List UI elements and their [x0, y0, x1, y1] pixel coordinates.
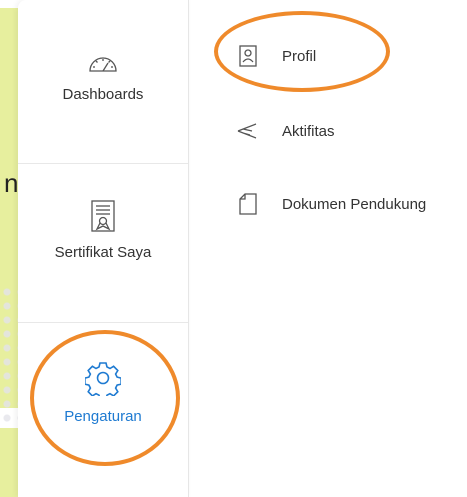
gear-icon	[84, 360, 122, 400]
submenu-item-profil[interactable]: Profil	[236, 44, 316, 68]
nav-divider	[18, 163, 188, 164]
submenu-label-profil: Profil	[282, 47, 317, 65]
nav-label-sertifikat-saya: Sertifikat Saya	[54, 244, 152, 261]
gauge-icon	[87, 52, 119, 78]
submenu-item-dokumen-pendukung[interactable]: Dokumen Pendukung	[236, 192, 426, 216]
submenu-label-aktifitas: Aktifitas	[282, 122, 335, 140]
submenu-label-dokumen-pendukung: Dokumen Pendukung	[282, 195, 427, 213]
nav-item-pengaturan[interactable]: Pengaturan	[18, 360, 188, 425]
nav-item-sertifikat-saya[interactable]: Sertifikat Saya	[18, 200, 188, 261]
certificate-icon	[90, 200, 116, 236]
profile-card-icon	[236, 44, 260, 68]
main-nav: Dashboards Sertifikat Saya Pengaturan	[18, 0, 189, 497]
nav-item-dashboards[interactable]: Dashboards	[18, 52, 188, 103]
nav-divider	[18, 322, 188, 323]
submenu-item-aktifitas[interactable]: Aktifitas	[236, 119, 335, 143]
document-icon	[236, 192, 260, 216]
nav-label-pengaturan: Pengaturan	[64, 408, 142, 425]
nav-label-dashboards: Dashboards	[62, 86, 144, 103]
background-text: n	[4, 168, 19, 198]
feather-icon	[236, 119, 260, 143]
